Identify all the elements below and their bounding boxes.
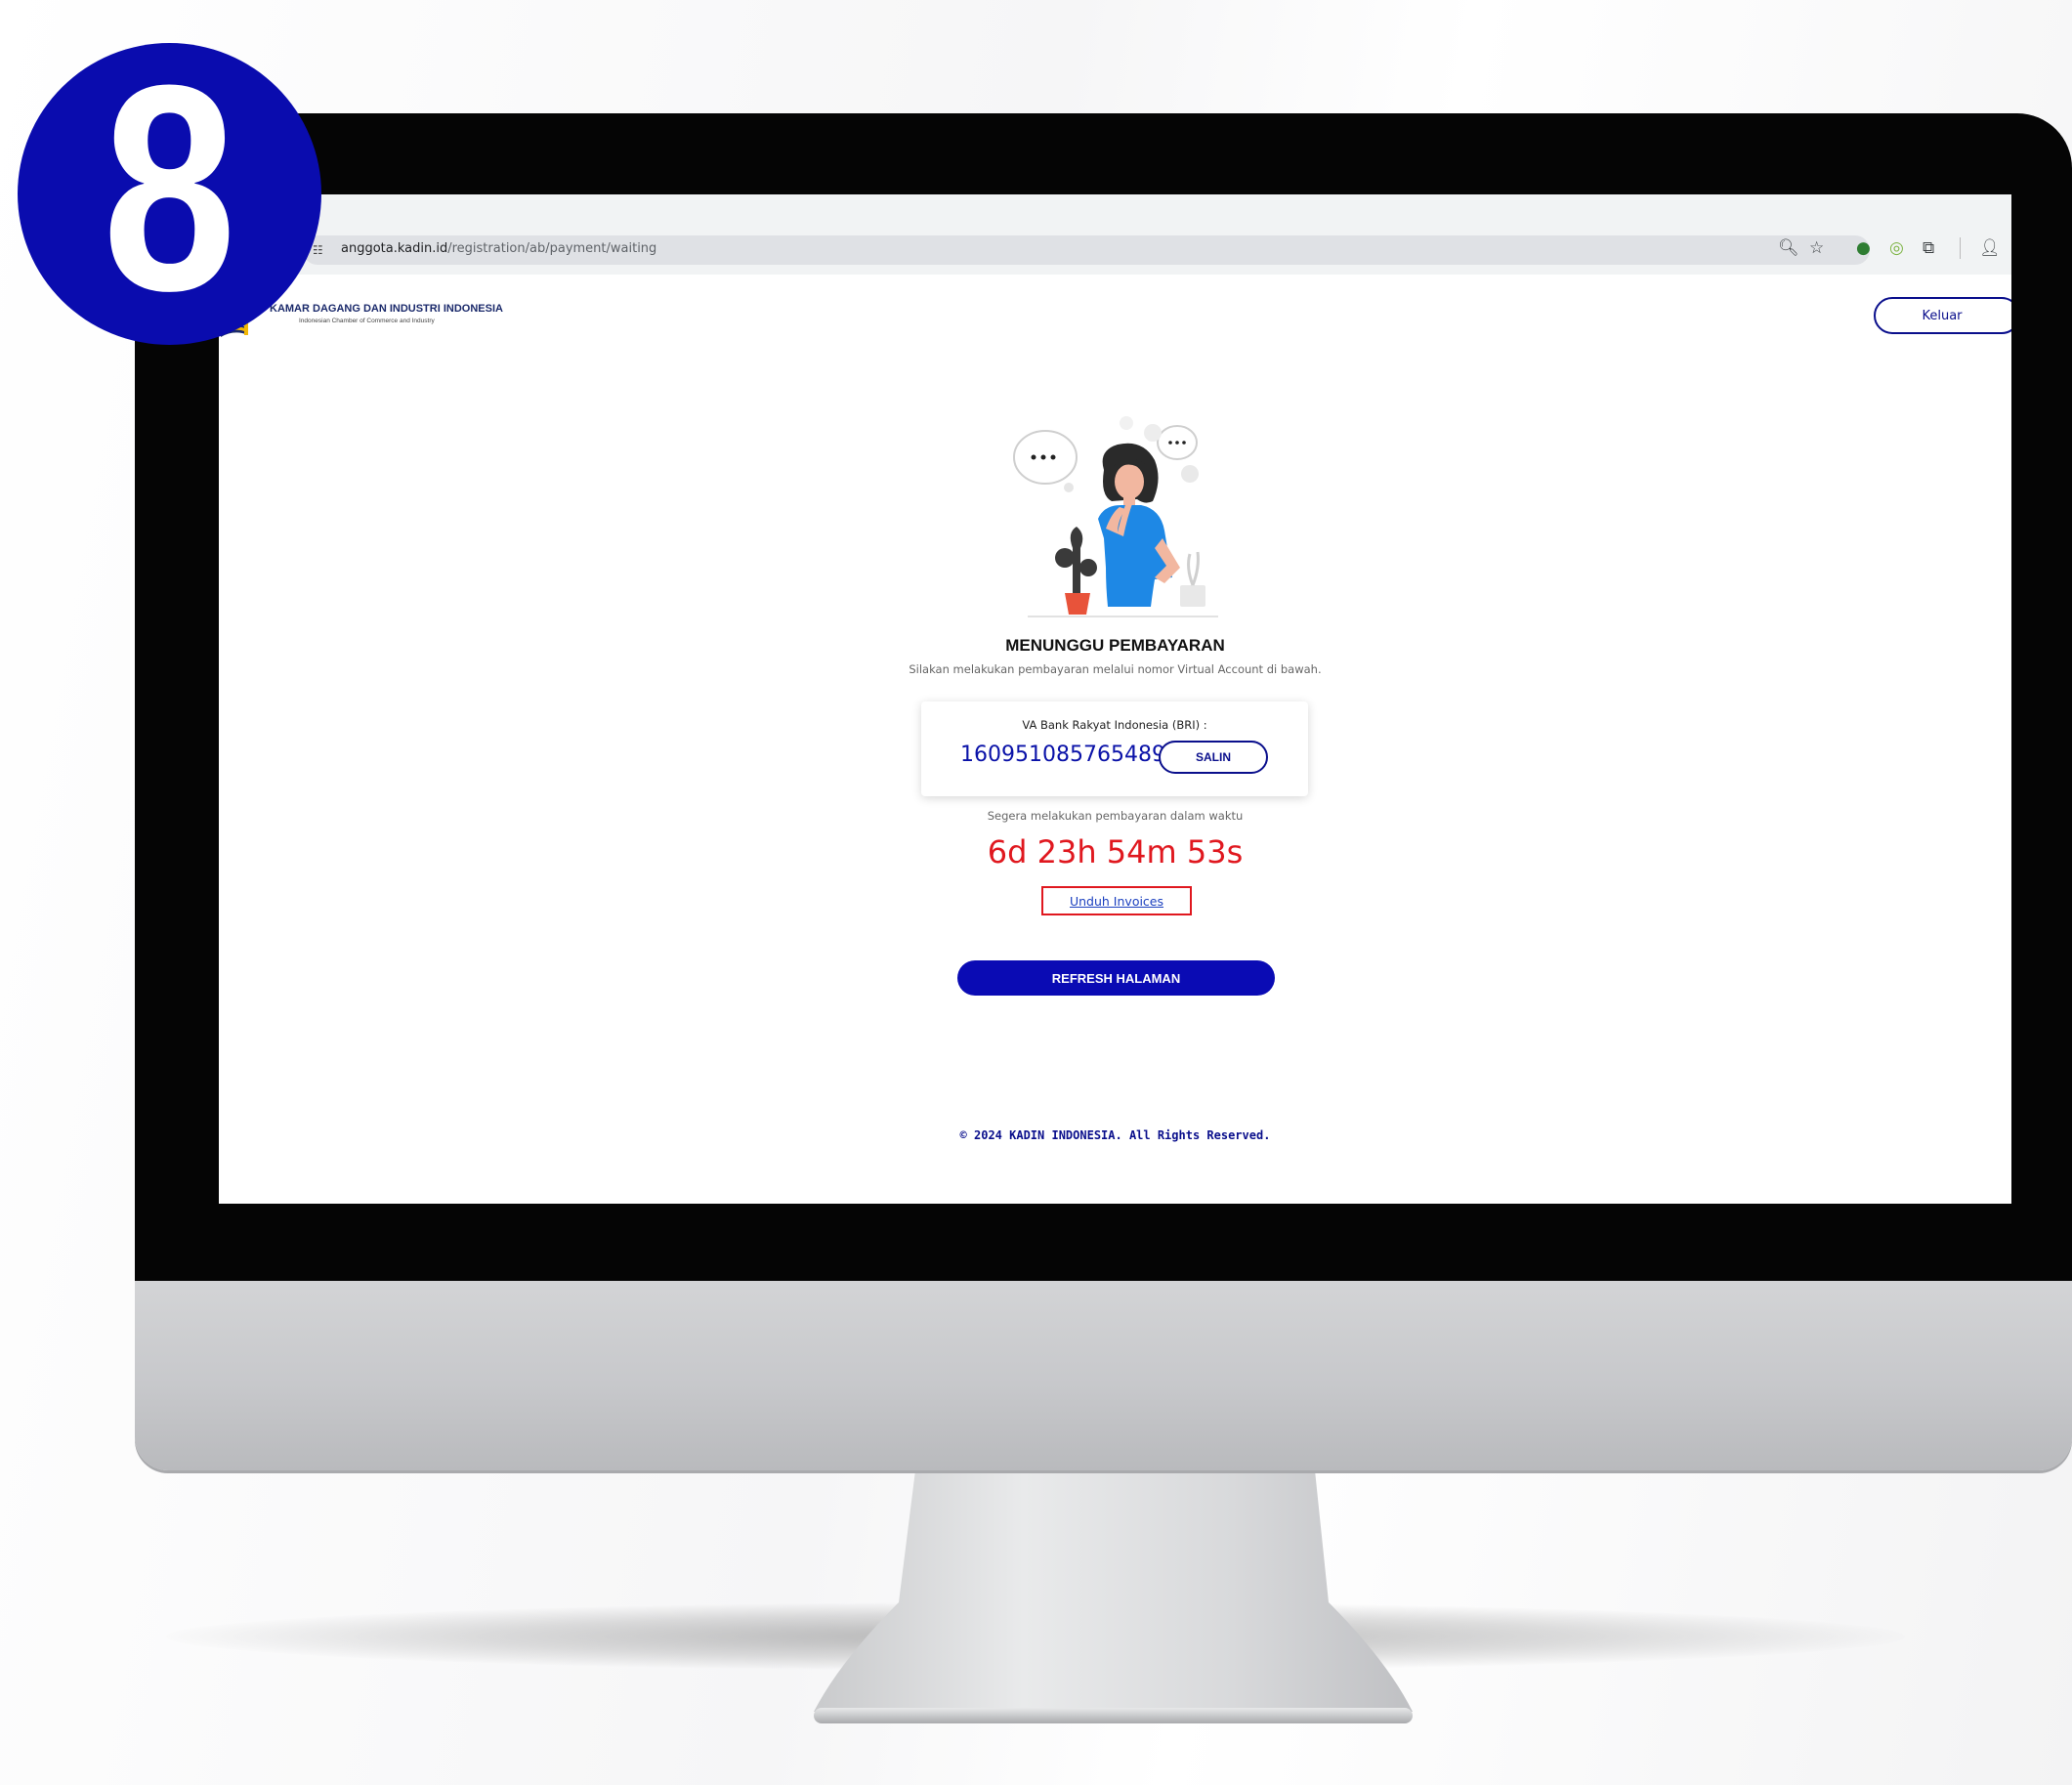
va-number: 1609510857654890	[960, 743, 1179, 767]
deadline-label: Segera melakukan pembayaran dalam waktu	[987, 809, 1244, 823]
monitor-chin	[135, 1281, 2072, 1470]
extension-globe-icon[interactable]: ●	[1856, 238, 1871, 258]
browser-toolbar: ☷ anggota.kadin.id/registration/ab/payme…	[219, 194, 2011, 275]
virtual-account-card: VA Bank Rakyat Indonesia (BRI) : 1609510…	[921, 701, 1308, 796]
step-number: 8	[103, 22, 236, 352]
status-description: Silakan melakukan pembayaran melalui nom…	[909, 662, 1322, 676]
status-title: MENUNGGU PEMBAYARAN	[1005, 636, 1225, 655]
url-path: /registration/ab/payment/waiting	[447, 241, 657, 256]
url-host: anggota.kadin.id	[341, 241, 448, 256]
profile-icon[interactable]: 👤︎	[1979, 238, 2001, 258]
countdown-timer: 6d 23h 54m 53s	[987, 833, 1244, 871]
logout-button[interactable]: Keluar	[1874, 297, 2011, 334]
monitor-shadow	[166, 1602, 1905, 1671]
extensions-puzzle-icon[interactable]: ⧉	[1923, 238, 1934, 258]
refresh-page-button[interactable]: REFRESH HALAMAN	[957, 960, 1275, 996]
zoom-icon[interactable]: 🔍︎	[1778, 238, 1799, 258]
url-text[interactable]: anggota.kadin.id/registration/ab/payment…	[341, 241, 656, 256]
download-invoice-link[interactable]: Unduh Invoices	[1043, 894, 1190, 909]
footer-copyright: © 2024 KADIN INDONESIA. All Rights Reser…	[959, 1128, 1271, 1142]
brand-title: KAMAR DAGANG DAN INDUSTRI INDONESIA	[270, 303, 503, 315]
step-number-badge: 8	[18, 22, 321, 352]
toolbar-divider	[1960, 237, 1961, 259]
invoice-highlight-box: Unduh Invoices	[1041, 886, 1192, 915]
extension-chat-icon[interactable]: ◎	[1889, 238, 1904, 258]
copy-button[interactable]: SALIN	[1159, 741, 1268, 774]
waiting-illustration	[1013, 416, 1218, 617]
browser-screen: ☷ anggota.kadin.id/registration/ab/payme…	[219, 194, 2011, 1204]
site-settings-icon[interactable]: ☷	[313, 243, 328, 257]
va-bank-label: VA Bank Rakyat Indonesia (BRI) :	[1022, 718, 1207, 732]
bookmark-star-icon[interactable]: ☆	[1809, 238, 1824, 258]
brand-subtitle: Indonesian Chamber of Commerce and Indus…	[299, 318, 435, 324]
